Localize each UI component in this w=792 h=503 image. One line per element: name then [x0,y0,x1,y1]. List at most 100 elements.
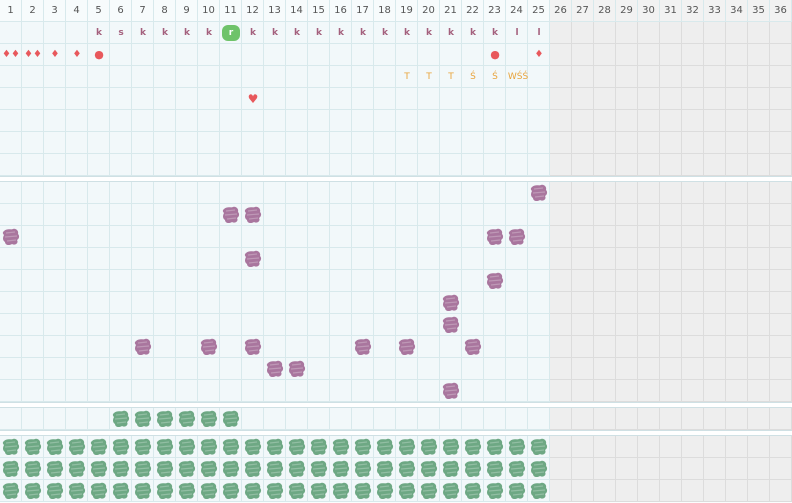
green-activity-blob[interactable] [199,459,219,479]
purple-section-cell[interactable] [308,270,330,292]
top-section-cell[interactable] [374,110,396,132]
column-header-35[interactable]: 35 [748,0,770,22]
top-section-cell[interactable] [66,66,88,88]
purple-section-cell[interactable] [88,248,110,270]
purple-section-cell[interactable] [638,270,660,292]
purple-section-cell[interactable] [0,336,22,358]
purple-section-cell[interactable] [704,336,726,358]
purple-section-cell[interactable] [132,292,154,314]
green-section-cell[interactable] [572,458,594,480]
purple-section-cell[interactable] [748,292,770,314]
green-strip-section-cell[interactable] [44,408,66,430]
column-header-5[interactable]: 5 [88,0,110,22]
top-section-cell[interactable] [770,44,792,66]
green-activity-blob[interactable] [485,481,505,501]
purple-section-cell[interactable] [44,248,66,270]
purple-section-cell[interactable] [594,380,616,402]
purple-section-cell[interactable] [352,248,374,270]
purple-section-cell[interactable] [66,292,88,314]
top-section-cell[interactable] [462,44,484,66]
top-section-cell[interactable] [528,110,550,132]
green-strip-section-cell[interactable] [572,408,594,430]
green-activity-blob[interactable] [23,437,43,457]
column-header-22[interactable]: 22 [462,0,484,22]
purple-section-cell[interactable] [88,204,110,226]
purple-section-cell[interactable] [198,292,220,314]
green-activity-blob[interactable] [507,437,527,457]
top-section-cell[interactable] [726,110,748,132]
purple-section-cell[interactable] [88,358,110,380]
purple-section-cell[interactable] [748,182,770,204]
purple-section-cell[interactable] [572,248,594,270]
purple-section-cell[interactable] [308,292,330,314]
top-section-cell[interactable] [286,154,308,176]
column-header-14[interactable]: 14 [286,0,308,22]
purple-section-cell[interactable] [154,380,176,402]
green-activity-blob[interactable] [287,437,307,457]
purple-section-cell[interactable] [154,248,176,270]
top-section-cell[interactable] [594,44,616,66]
top-section-cell[interactable] [0,22,22,44]
top-section-cell[interactable] [154,132,176,154]
purple-activity-blob[interactable] [199,337,219,357]
green-strip-section-cell[interactable] [528,408,550,430]
purple-section-cell[interactable] [88,182,110,204]
purple-section-cell[interactable] [660,226,682,248]
green-activity-blob[interactable] [463,481,483,501]
green-strip-section-cell[interactable] [0,408,22,430]
purple-section-cell[interactable] [352,204,374,226]
purple-section-cell[interactable] [528,226,550,248]
purple-section-cell[interactable] [638,182,660,204]
purple-section-cell[interactable] [572,380,594,402]
green-activity-blob[interactable] [397,481,417,501]
top-section-cell[interactable] [396,132,418,154]
top-section-cell[interactable] [0,88,22,110]
purple-section-cell[interactable] [352,358,374,380]
green-section-cell[interactable] [638,480,660,502]
green-activity-blob[interactable] [133,481,153,501]
green-activity-blob[interactable] [243,459,263,479]
top-section-cell[interactable] [770,110,792,132]
purple-section-cell[interactable] [44,292,66,314]
purple-section-cell[interactable] [44,336,66,358]
top-section-cell[interactable] [308,110,330,132]
purple-section-cell[interactable] [242,292,264,314]
top-section-cell[interactable] [704,132,726,154]
purple-section-cell[interactable] [110,226,132,248]
top-section-cell[interactable] [374,44,396,66]
green-activity-blob[interactable] [309,437,329,457]
purple-section-cell[interactable] [616,204,638,226]
top-section-cell[interactable] [132,132,154,154]
purple-section-cell[interactable] [44,226,66,248]
column-header-21[interactable]: 21 [440,0,462,22]
purple-section-cell[interactable] [66,226,88,248]
purple-section-cell[interactable] [242,270,264,292]
green-section-cell[interactable] [638,436,660,458]
top-section-cell[interactable] [396,154,418,176]
top-section-cell[interactable] [198,88,220,110]
green-section-cell[interactable] [704,458,726,480]
purple-section-cell[interactable] [418,204,440,226]
column-header-28[interactable]: 28 [594,0,616,22]
green-activity-blob[interactable] [397,437,417,457]
purple-section-cell[interactable] [594,248,616,270]
top-section-cell[interactable] [572,44,594,66]
top-section-cell[interactable] [88,110,110,132]
purple-section-cell[interactable] [440,226,462,248]
top-section-cell[interactable] [704,88,726,110]
green-strip-section-cell[interactable] [374,408,396,430]
top-section-cell[interactable] [506,88,528,110]
purple-section-cell[interactable] [572,270,594,292]
purple-section-cell[interactable] [110,248,132,270]
top-section-cell[interactable] [418,154,440,176]
green-strip-section-cell[interactable] [638,408,660,430]
purple-section-cell[interactable] [682,292,704,314]
top-section-cell[interactable] [462,88,484,110]
green-activity-blob[interactable] [265,481,285,501]
top-section-cell[interactable] [308,44,330,66]
purple-section-cell[interactable] [572,226,594,248]
top-section-cell[interactable] [198,66,220,88]
purple-activity-blob[interactable] [441,381,461,401]
column-header-31[interactable]: 31 [660,0,682,22]
purple-activity-blob[interactable] [529,183,549,203]
